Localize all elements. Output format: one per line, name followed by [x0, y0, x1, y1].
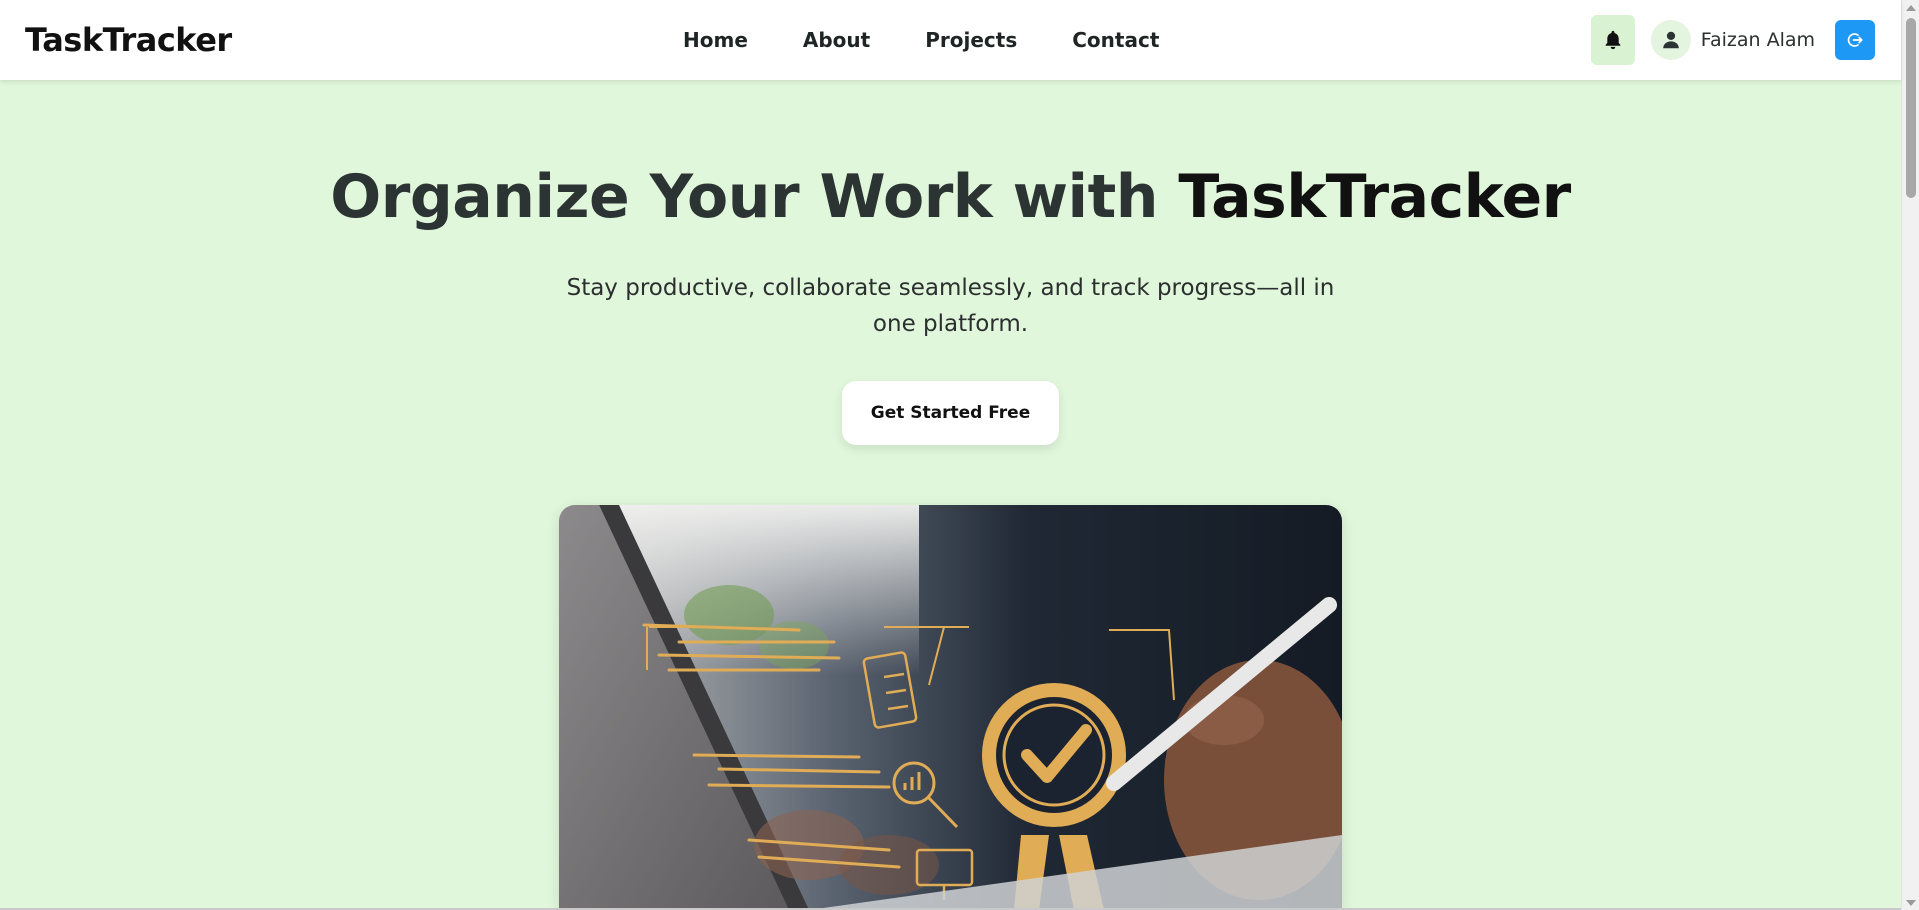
logo[interactable]: TaskTracker	[25, 21, 232, 59]
header-actions: Faizan Alam	[1590, 0, 1875, 80]
logout-icon	[1847, 33, 1863, 47]
hero-title-prefix: Organize Your Work with	[330, 162, 1179, 232]
hero-title-brand: TaskTracker	[1178, 162, 1571, 232]
nav-about[interactable]: About	[803, 28, 870, 52]
nav-home[interactable]: Home	[683, 28, 748, 52]
hero-illustration	[559, 505, 1342, 910]
logout-button[interactable]	[1835, 20, 1875, 60]
nav-contact[interactable]: Contact	[1072, 28, 1159, 52]
scroll-up-arrow-icon[interactable]	[1906, 5, 1916, 11]
get-started-button[interactable]: Get Started Free	[842, 381, 1059, 445]
avatar[interactable]	[1650, 20, 1691, 60]
hero-title: Organize Your Work with TaskTracker	[0, 162, 1901, 232]
scroll-down-arrow-icon[interactable]	[1906, 900, 1916, 906]
hero-subtitle: Stay productive, collaborate seamlessly,…	[566, 275, 1335, 337]
user-name: Faizan Alam	[1700, 29, 1815, 51]
page-scrollbar[interactable]	[1901, 0, 1919, 910]
user-icon	[1662, 31, 1679, 49]
main-nav: Home About Projects Contact	[683, 0, 1159, 80]
nav-projects[interactable]: Projects	[925, 28, 1017, 52]
bell-icon	[1605, 30, 1621, 50]
scroll-thumb[interactable]	[1906, 18, 1916, 198]
notifications-button[interactable]	[1590, 15, 1635, 65]
top-navbar: TaskTracker Home About Projects Contact …	[0, 0, 1901, 80]
